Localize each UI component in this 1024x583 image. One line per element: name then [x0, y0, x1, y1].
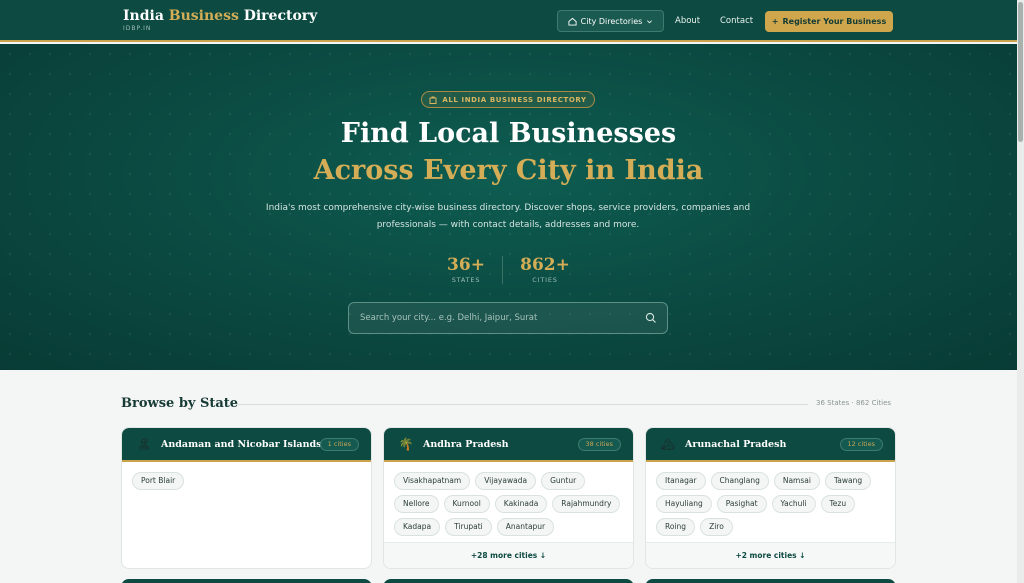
city-chip[interactable]: Yachuli: [771, 495, 816, 513]
stat-label: CITIES: [532, 276, 558, 284]
state-card-next: [383, 579, 634, 583]
site-header: India Business Directory IDBP.IN City Di…: [0, 0, 1017, 42]
hero-badge-text: ALL INDIA BUSINESS DIRECTORY: [442, 95, 587, 104]
state-card-header[interactable]: 🌴 Andhra Pradesh 38 cities: [384, 428, 633, 462]
city-search-input[interactable]: [360, 303, 640, 333]
city-chip[interactable]: Anantapur: [496, 518, 555, 536]
plus-icon: +: [771, 17, 779, 26]
stat-divider: [502, 256, 503, 284]
state-card: 🌴 Andhra Pradesh 38 cities Visakhapatnam…: [383, 427, 634, 569]
city-chip[interactable]: Nellore: [394, 495, 439, 513]
register-label: Register Your Business: [782, 17, 887, 26]
brand-logo[interactable]: India Business Directory IDBP.IN: [123, 8, 317, 32]
city-chip[interactable]: Kadapa: [394, 518, 441, 536]
state-name: Andaman and Nicobar Islands: [161, 439, 322, 450]
browse-section-title: Browse by State: [121, 396, 239, 411]
city-directories-label: City Directories: [580, 16, 643, 26]
city-chip[interactable]: Port Blair: [132, 472, 185, 490]
city-chip[interactable]: Namsai: [773, 472, 820, 490]
city-directories-dropdown[interactable]: City Directories: [557, 10, 664, 32]
more-cities-link[interactable]: +28 more cities ↓: [384, 542, 633, 568]
hero-badge: ALL INDIA BUSINESS DIRECTORY: [421, 91, 595, 108]
city-chip-list: Port Blair: [132, 472, 364, 490]
city-chip-list: Itanagar Changlang Namsai Tawang Hayuliang Pa…: [656, 472, 888, 536]
city-chip[interactable]: Changlang: [710, 472, 769, 490]
more-cities-link[interactable]: +2 more cities ↓: [646, 542, 895, 568]
stat-value: 36+: [447, 255, 485, 275]
city-chip[interactable]: Visakhapatnam: [394, 472, 471, 490]
city-count-badge: 1 cities: [319, 438, 359, 451]
island-icon: 🏝: [136, 437, 152, 451]
city-chip[interactable]: Kurnool: [443, 495, 490, 513]
hero-section: ALL INDIA BUSINESS DIRECTORY Find Local …: [0, 44, 1017, 370]
home-icon: [568, 17, 577, 26]
section-divider: [236, 404, 808, 405]
search-icon[interactable]: [645, 312, 657, 324]
building-icon: [429, 96, 437, 104]
brand-subtitle: IDBP.IN: [123, 25, 152, 32]
city-chip[interactable]: Ziro: [700, 518, 733, 536]
state-name: Andhra Pradesh: [423, 439, 509, 450]
state-card: 🏝 Andaman and Nicobar Islands 1 cities P…: [121, 427, 372, 569]
city-chip[interactable]: Hayuliang: [656, 495, 712, 513]
hero-title-accent: Across Every City in India: [313, 155, 704, 186]
city-count-badge: 38 cities: [577, 438, 621, 451]
state-card-header[interactable]: 🏝 Andaman and Nicobar Islands 1 cities: [122, 428, 371, 462]
city-chip[interactable]: Kakinada: [494, 495, 548, 513]
stat-states: 36+ STATES: [440, 255, 492, 284]
city-chip-list: Visakhapatnam Vijayawada Guntur Nellore Kurn…: [394, 472, 626, 536]
scrollbar-thumb[interactable]: [1018, 2, 1023, 142]
state-card-next: [645, 579, 896, 583]
city-chip[interactable]: Vijayawada: [475, 472, 537, 490]
hero-description: India's most comprehensive city-wise bus…: [265, 203, 751, 230]
city-chip[interactable]: Tawang: [824, 472, 872, 490]
city-chip[interactable]: Tirupati: [445, 518, 492, 536]
register-business-button[interactable]: + Register Your Business: [765, 11, 893, 32]
stat-value: 862+: [520, 255, 570, 275]
chevron-down-icon: [647, 19, 653, 23]
city-chip[interactable]: Roing: [656, 518, 696, 536]
city-chip[interactable]: Pasighat: [716, 495, 767, 513]
nav-contact-link[interactable]: Contact: [720, 16, 753, 26]
state-name: Arunachal Pradesh: [685, 439, 787, 450]
state-card: 🏔 Arunachal Pradesh 12 cities Itanagar Ch…: [645, 427, 896, 569]
mountain-icon: 🏔: [660, 437, 676, 451]
stat-label: STATES: [451, 276, 481, 284]
hero-title: Find Local Businesses: [340, 118, 677, 149]
city-chip[interactable]: Rajahmundry: [552, 495, 621, 513]
brand-name: India Business Directory: [123, 8, 318, 24]
city-chip[interactable]: Itanagar: [656, 472, 706, 490]
state-card-header[interactable]: 🏔 Arunachal Pradesh 12 cities: [646, 428, 895, 462]
city-chip[interactable]: Tezu: [820, 495, 856, 513]
state-card-next: [121, 579, 372, 583]
stat-cities: 862+ CITIES: [516, 255, 574, 284]
city-search-box: [348, 302, 668, 334]
browse-section-meta: 36 States · 862 Cities: [816, 399, 892, 407]
palm-tree-icon: 🌴: [398, 437, 414, 451]
city-chip[interactable]: Guntur: [541, 472, 586, 490]
city-count-badge: 12 cities: [839, 438, 883, 451]
nav-about-link[interactable]: About: [675, 16, 700, 26]
